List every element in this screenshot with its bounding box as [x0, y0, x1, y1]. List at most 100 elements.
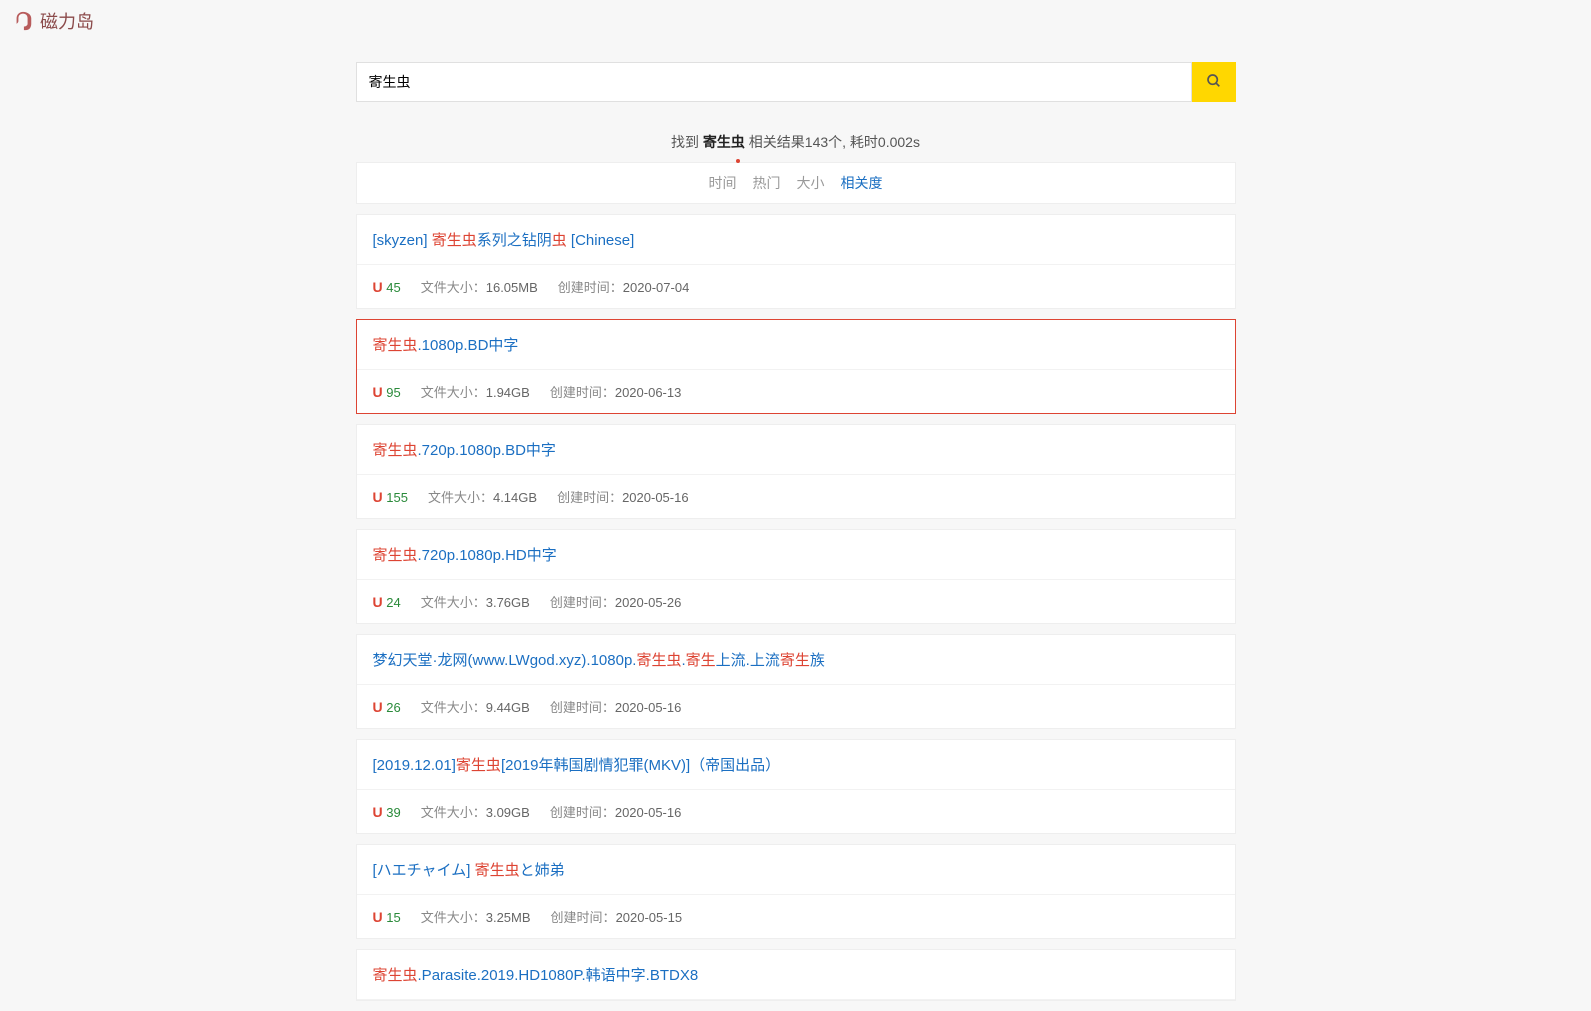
result-meta: U 45 文件大小：16.05MB 创建时间：2020-07-04 — [357, 265, 1235, 308]
sort-option[interactable]: 热门 — [745, 175, 789, 191]
title-text: .Parasite.2019.HD1080P.韩语中字.BTDX8 — [418, 967, 699, 984]
seed-count: 95 — [386, 385, 400, 400]
indicator-dot — [736, 159, 740, 163]
result-item: 寄生虫.720p.1080p.HD中字 U 24 文件大小：3.76GB 创建时间：2… — [356, 529, 1236, 624]
title-text: [2019年韩国剧情犯罪(MKV)]（帝国出品） — [501, 757, 780, 774]
magnet-icon: U — [373, 384, 383, 400]
created-date: 创建时间：2020-05-16 — [550, 697, 682, 716]
filesize: 文件大小：3.25MB — [421, 907, 531, 926]
result-title[interactable]: [skyzen] 寄生虫系列之钻阴虫 [Chinese] — [357, 215, 1235, 265]
search-input[interactable] — [356, 62, 1192, 102]
result-item: 寄生虫.1080p.BD中字 U 95 文件大小：1.94GB 创建时间：2020-0… — [356, 319, 1236, 414]
keyword-highlight: 虫 — [552, 232, 567, 249]
result-meta: U 95 文件大小：1.94GB 创建时间：2020-06-13 — [357, 370, 1235, 413]
magnet-icon: U — [373, 699, 383, 715]
magnet-icon: U — [373, 909, 383, 925]
keyword-highlight: 寄生 — [686, 652, 716, 669]
keyword-highlight: 寄生 — [780, 652, 810, 669]
magnet-group[interactable]: U 15 — [373, 909, 401, 925]
result-item: 寄生虫.720p.1080p.BD中字 U 155 文件大小：4.14GB 创建时间：… — [356, 424, 1236, 519]
title-text: [ハエチャイム] — [373, 862, 475, 879]
title-text: 系列之钻阴 — [477, 232, 552, 249]
created-date: 创建时间：2020-05-16 — [557, 487, 689, 506]
keyword-highlight: 寄生虫 — [456, 757, 501, 774]
title-text: .1080p.BD中字 — [418, 337, 519, 354]
keyword-highlight: 寄生虫 — [373, 337, 418, 354]
site-name[interactable]: 磁力岛 — [40, 8, 94, 34]
keyword-highlight: 寄生虫 — [373, 442, 418, 459]
magnet-group[interactable]: U 24 — [373, 594, 401, 610]
result-meta: U 15 文件大小：3.25MB 创建时间：2020-05-15 — [357, 895, 1235, 938]
result-title[interactable]: 寄生虫.1080p.BD中字 — [357, 320, 1235, 370]
magnet-group[interactable]: U 155 — [373, 489, 408, 505]
result-item: 梦幻天堂·龙网(www.LWgod.xyz).1080p.寄生虫.寄生上流.上流… — [356, 634, 1236, 729]
title-text: .720p.1080p.HD中字 — [418, 547, 557, 564]
result-item: [skyzen] 寄生虫系列之钻阴虫 [Chinese] U 45 文件大小：16.… — [356, 214, 1236, 309]
seed-count: 155 — [386, 490, 408, 505]
title-text: [Chinese] — [567, 232, 635, 249]
result-meta: U 155 文件大小：4.14GB 创建时间：2020-05-16 — [357, 475, 1235, 518]
title-text: 梦幻天堂·龙网(www.LWgod.xyz).1080p. — [373, 652, 637, 669]
title-text: [skyzen] — [373, 232, 432, 249]
keyword-highlight: 寄生虫 — [373, 967, 418, 984]
filesize: 文件大小：9.44GB — [421, 697, 530, 716]
filesize: 文件大小：4.14GB — [428, 487, 537, 506]
result-item: [2019.12.01]寄生虫[2019年韩国剧情犯罪(MKV)]（帝国出品）U… — [356, 739, 1236, 834]
keyword-highlight: 寄生虫 — [432, 232, 477, 249]
result-title[interactable]: 梦幻天堂·龙网(www.LWgod.xyz).1080p.寄生虫.寄生上流.上流… — [357, 635, 1235, 685]
result-title[interactable]: [2019.12.01]寄生虫[2019年韩国剧情犯罪(MKV)]（帝国出品） — [357, 740, 1235, 790]
magnet-icon: U — [373, 594, 383, 610]
filesize: 文件大小：1.94GB — [421, 382, 530, 401]
magnet-icon: U — [373, 279, 383, 295]
result-title[interactable]: 寄生虫.720p.1080p.HD中字 — [357, 530, 1235, 580]
result-meta: U 24 文件大小：3.76GB 创建时间：2020-05-26 — [357, 580, 1235, 623]
title-text: 上流.上流 — [716, 652, 780, 669]
result-title[interactable]: 寄生虫.720p.1080p.BD中字 — [357, 425, 1235, 475]
created-date: 创建时间：2020-06-13 — [550, 382, 682, 401]
header: 磁力岛 — [0, 0, 1591, 42]
magnet-group[interactable]: U 39 — [373, 804, 401, 820]
result-meta: U 39 文件大小：3.09GB 创建时间：2020-05-16 — [357, 790, 1235, 833]
result-title[interactable]: [ハエチャイム] 寄生虫と姉弟 — [357, 845, 1235, 895]
result-item: [ハエチャイム] 寄生虫と姉弟 U 15 文件大小：3.25MB 创建时间：2020-… — [356, 844, 1236, 939]
seed-count: 15 — [386, 910, 400, 925]
sort-option[interactable]: 大小 — [789, 175, 833, 191]
search-icon — [1206, 73, 1222, 92]
search-button[interactable] — [1192, 62, 1236, 102]
keyword-highlight: 寄生虫 — [373, 547, 418, 564]
summary-prefix: 找到 — [671, 134, 703, 150]
title-text: .720p.1080p.BD中字 — [418, 442, 556, 459]
sort-bar: 时间热门大小相关度 — [356, 162, 1236, 204]
filesize: 文件大小：3.76GB — [421, 592, 530, 611]
sort-option[interactable]: 相关度 — [833, 175, 891, 191]
seed-count: 45 — [386, 280, 400, 295]
created-date: 创建时间：2020-07-04 — [558, 277, 690, 296]
title-text: 族 — [810, 652, 825, 669]
magnet-group[interactable]: U 26 — [373, 699, 401, 715]
result-meta: U 26 文件大小：9.44GB 创建时间：2020-05-16 — [357, 685, 1235, 728]
logo-icon — [12, 10, 34, 32]
main-content: 找到 寄生虫 相关结果143个, 耗时0.002s 时间热门大小相关度 [sky… — [346, 62, 1246, 1001]
summary-keyword: 寄生虫 — [703, 134, 745, 150]
seed-count: 39 — [386, 805, 400, 820]
created-date: 创建时间：2020-05-15 — [551, 907, 683, 926]
keyword-highlight: 寄生虫 — [636, 652, 681, 669]
magnet-icon: U — [373, 489, 383, 505]
title-text: [2019.12.01] — [373, 757, 456, 774]
title-text: と姉弟 — [520, 862, 565, 879]
seed-count: 24 — [386, 595, 400, 610]
sort-option[interactable]: 时间 — [701, 175, 745, 191]
magnet-group[interactable]: U 95 — [373, 384, 401, 400]
created-date: 创建时间：2020-05-26 — [550, 592, 682, 611]
filesize: 文件大小：16.05MB — [421, 277, 538, 296]
magnet-group[interactable]: U 45 — [373, 279, 401, 295]
search-bar — [356, 62, 1236, 102]
magnet-icon: U — [373, 804, 383, 820]
seed-count: 26 — [386, 700, 400, 715]
filesize: 文件大小：3.09GB — [421, 802, 530, 821]
keyword-highlight: 寄生虫 — [475, 862, 520, 879]
summary-rest: 相关结果143个, 耗时0.002s — [745, 134, 920, 150]
result-item: 寄生虫.Parasite.2019.HD1080P.韩语中字.BTDX8 — [356, 949, 1236, 1001]
created-date: 创建时间：2020-05-16 — [550, 802, 682, 821]
result-title[interactable]: 寄生虫.Parasite.2019.HD1080P.韩语中字.BTDX8 — [357, 950, 1235, 1000]
